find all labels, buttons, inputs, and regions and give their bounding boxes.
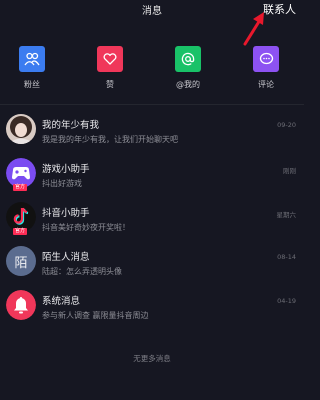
official-badge: 官方 bbox=[13, 184, 28, 191]
list-item[interactable]: 官方 抖音小助手 抖音美好奇妙夜开奖啦！ 星期六 bbox=[0, 200, 304, 244]
message-preview: 参与新人调查 赢限量抖音周边 bbox=[42, 311, 149, 320]
message-time: 04-19 bbox=[277, 297, 296, 305]
avatar-text: 陌 bbox=[14, 255, 28, 271]
no-more-messages: 无更多消息 bbox=[133, 354, 171, 363]
list-item[interactable]: 我的年少有我 我是我的年少有我，让我们开始聊天吧 09-20 bbox=[0, 112, 304, 156]
contact-name: 我的年少有我 bbox=[42, 120, 100, 131]
avatar bbox=[6, 290, 36, 320]
quick-action-fans[interactable]: 粉丝 bbox=[2, 46, 62, 90]
avatar bbox=[6, 114, 36, 144]
message-preview: 抖出好游戏 bbox=[42, 179, 82, 188]
quick-action-label: @我的 bbox=[176, 80, 200, 89]
contact-name: 系统消息 bbox=[42, 296, 81, 307]
avatar: 陌 bbox=[6, 246, 36, 276]
official-badge: 官方 bbox=[13, 228, 28, 235]
message-time: 09-20 bbox=[277, 121, 296, 129]
at-icon bbox=[175, 46, 201, 72]
heart-icon bbox=[97, 46, 123, 72]
quick-action-comments[interactable]: 评论 bbox=[236, 46, 296, 90]
message-time: 星期六 bbox=[276, 211, 297, 219]
quick-action-label: 赞 bbox=[106, 80, 114, 89]
contact-name: 陌生人消息 bbox=[42, 252, 90, 263]
contact-name: 游戏小助手 bbox=[42, 164, 90, 175]
quick-actions: 粉丝 赞 @我的 评论 bbox=[0, 46, 304, 98]
quick-action-mentions[interactable]: @我的 bbox=[158, 46, 218, 90]
message-time: 刚刚 bbox=[283, 167, 296, 175]
divider bbox=[0, 104, 304, 105]
message-preview: 我是我的年少有我，让我们开始聊天吧 bbox=[42, 135, 178, 144]
comment-icon bbox=[253, 46, 279, 72]
annotation-arrow-icon bbox=[243, 12, 264, 46]
quick-action-label: 评论 bbox=[258, 80, 274, 89]
quick-action-label: 粉丝 bbox=[24, 80, 40, 89]
quick-action-likes[interactable]: 赞 bbox=[80, 46, 140, 90]
list-item[interactable]: 陌 陌生人消息 陆超：怎么弄透明头像 08-14 bbox=[0, 244, 304, 288]
list-item[interactable]: 系统消息 参与新人调查 赢限量抖音周边 04-19 bbox=[0, 288, 304, 332]
message-preview: 陆超：怎么弄透明头像 bbox=[42, 267, 122, 276]
message-list: 我的年少有我 我是我的年少有我，让我们开始聊天吧 09-20 官方 游戏小助手 … bbox=[0, 112, 304, 332]
list-item[interactable]: 官方 游戏小助手 抖出好游戏 刚刚 bbox=[0, 156, 304, 200]
message-time: 08-14 bbox=[277, 253, 296, 261]
fans-icon bbox=[19, 46, 45, 72]
contact-name: 抖音小助手 bbox=[42, 208, 90, 219]
message-preview: 抖音美好奇妙夜开奖啦！ bbox=[42, 223, 130, 232]
